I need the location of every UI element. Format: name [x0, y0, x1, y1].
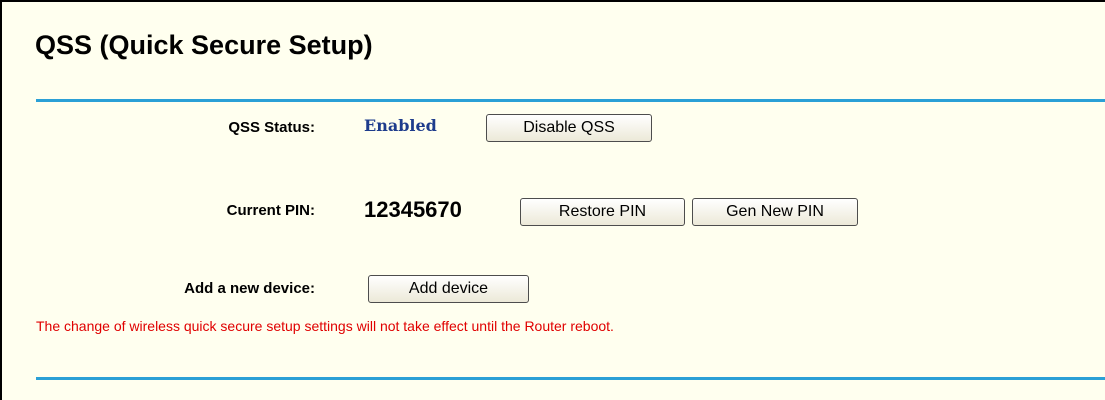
- add-device-button[interactable]: Add device: [368, 275, 529, 303]
- current-pin-label: Current PIN:: [226, 202, 315, 219]
- restore-pin-button[interactable]: Restore PIN: [520, 198, 685, 226]
- add-device-label: Add a new device:: [184, 280, 315, 297]
- gen-new-pin-button[interactable]: Gen New PIN: [692, 198, 858, 226]
- bottom-divider: [36, 377, 1105, 380]
- reboot-notice: The change of wireless quick secure setu…: [36, 318, 614, 334]
- qss-status-label: QSS Status:: [228, 119, 315, 136]
- qss-settings-panel: QSS (Quick Secure Setup) QSS Status: Ena…: [0, 0, 1105, 400]
- page-title: QSS (Quick Secure Setup): [35, 30, 373, 60]
- qss-status-value: Enabled: [364, 116, 437, 135]
- current-pin-value: 12345670: [364, 197, 462, 222]
- disable-qss-button[interactable]: Disable QSS: [486, 114, 652, 142]
- top-divider: [36, 99, 1105, 102]
